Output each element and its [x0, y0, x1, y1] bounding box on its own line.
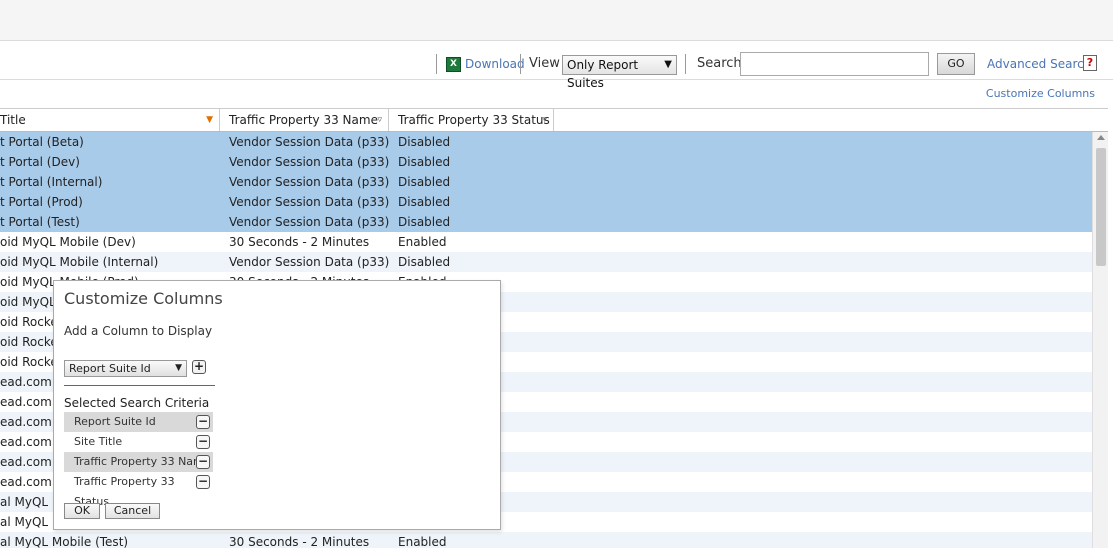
grid-header: Title ▼ Traffic Property 33 Name ▿ Traff… [0, 108, 1108, 132]
row-status-cell: Disabled [398, 155, 451, 169]
view-label: View [529, 56, 560, 71]
view-select-value: Only Report Suites [567, 58, 639, 90]
criteria-label: Traffic Property 33 Name [74, 455, 211, 468]
selected-criteria-label: Selected Search Criteria [64, 396, 210, 410]
row-title-cell: t Portal (Beta) [0, 135, 84, 149]
table-row[interactable]: t Portal (Beta) Vendor Session Data (p33)… [0, 132, 1092, 152]
cancel-button[interactable]: Cancel [105, 503, 160, 519]
add-column-label: Add a Column to Display [64, 324, 213, 338]
excel-icon[interactable]: X [446, 57, 461, 72]
row-title-cell: t Portal (Dev) [0, 155, 80, 169]
row-title-cell: t Portal (Internal) [0, 175, 103, 189]
row-property-name-cell: 30 Seconds - 2 Minutes [229, 535, 370, 548]
minus-icon[interactable]: − [196, 415, 210, 429]
column-select-value: Report Suite Id [69, 362, 151, 375]
table-row[interactable]: t Portal (Prod) Vendor Session Data (p33)… [0, 192, 1092, 212]
row-property-name-cell: Vendor Session Data (p33) [229, 255, 390, 269]
header-label: Title [0, 113, 26, 127]
dialog-title: Customize Columns [64, 289, 223, 308]
filter-icon[interactable]: ▿ [542, 109, 547, 131]
row-status-cell: Disabled [398, 175, 451, 189]
vertical-scrollbar[interactable] [1092, 132, 1108, 548]
plus-icon[interactable]: + [192, 360, 206, 374]
header-label: Traffic Property 33 Status [398, 113, 550, 127]
help-icon[interactable]: ? [1083, 55, 1097, 71]
customize-columns-dialog: Customize Columns Add a Column to Displa… [53, 280, 501, 530]
chevron-down-icon: ▼ [664, 59, 672, 70]
criteria-item: Traffic Property 33 Name − [64, 452, 213, 472]
criteria-item: Site Title − [64, 432, 213, 452]
row-title-cell: al MyQL Mobile (Test) [0, 535, 129, 548]
divider [64, 385, 215, 386]
row-property-name-cell: Vendor Session Data (p33) [229, 175, 390, 189]
header-traffic-property-name[interactable]: Traffic Property 33 Name ▿ [220, 109, 389, 131]
row-title-cell: oid MyQL [0, 295, 56, 309]
column-select[interactable]: Report Suite Id ▼ [64, 360, 187, 377]
row-property-name-cell: Vendor Session Data (p33) [229, 135, 390, 149]
filter-icon[interactable]: ▼ [206, 109, 213, 131]
download-link[interactable]: Download [465, 57, 525, 71]
row-property-name-cell: Vendor Session Data (p33) [229, 155, 390, 169]
scroll-up-icon[interactable] [1097, 135, 1105, 140]
row-status-cell: Disabled [398, 215, 451, 229]
minus-icon[interactable]: − [196, 475, 210, 489]
criteria-label: Site Title [74, 435, 123, 448]
minus-icon[interactable]: − [196, 455, 210, 469]
row-title-cell: oid MyQL Mobile (Dev) [0, 235, 136, 249]
row-title-cell: oid MyQL Mobile (Internal) [0, 255, 159, 269]
filter-icon[interactable]: ▿ [377, 109, 382, 131]
table-row[interactable]: al MyQL Mobile (Test) 30 Seconds - 2 Minu… [0, 532, 1092, 548]
toolbar-separator [685, 54, 686, 74]
row-status-cell: Enabled [398, 235, 447, 249]
search-input[interactable] [740, 52, 929, 76]
chevron-down-icon: ▼ [175, 363, 182, 373]
row-property-name-cell: Vendor Session Data (p33) [229, 215, 390, 229]
row-status-cell: Disabled [398, 135, 451, 149]
toolbar: X Download View Only Report Suites ▼ Sea… [0, 48, 1113, 90]
customize-columns-link[interactable]: Customize Columns [986, 87, 1095, 100]
toolbar-separator [520, 54, 521, 74]
table-row[interactable]: t Portal (Internal) Vendor Session Data (… [0, 172, 1092, 192]
table-row[interactable]: oid MyQL Mobile (Dev) 30 Seconds - 2 Minu… [0, 232, 1092, 252]
minus-icon[interactable]: − [196, 435, 210, 449]
header-title[interactable]: Title ▼ [0, 109, 220, 131]
top-band [0, 0, 1113, 41]
view-select[interactable]: Only Report Suites ▼ [562, 55, 677, 90]
header-traffic-property-status[interactable]: Traffic Property 33 Status ▿ [389, 109, 554, 131]
scrollbar-thumb[interactable] [1096, 148, 1106, 266]
table-row[interactable]: t Portal (Dev) Vendor Session Data (p33) D… [0, 152, 1092, 172]
row-title-cell: t Portal (Test) [0, 215, 80, 229]
row-status-cell: Enabled [398, 535, 447, 548]
table-row[interactable]: t Portal (Test) Vendor Session Data (p33)… [0, 212, 1092, 232]
row-property-name-cell: Vendor Session Data (p33) [229, 195, 390, 209]
header-label: Traffic Property 33 Name [229, 113, 378, 127]
table-row[interactable]: oid MyQL Mobile (Internal) Vendor Session… [0, 252, 1092, 272]
row-title-cell: t Portal (Prod) [0, 195, 83, 209]
row-status-cell: Disabled [398, 255, 451, 269]
row-status-cell: Disabled [398, 195, 451, 209]
search-label: Search [697, 56, 742, 71]
criteria-item: Traffic Property 33 Status − [64, 472, 213, 508]
toolbar-separator [436, 54, 437, 74]
ok-button[interactable]: OK [64, 503, 100, 519]
row-property-name-cell: 30 Seconds - 2 Minutes [229, 235, 370, 249]
advanced-search-link[interactable]: Advanced Search [987, 57, 1091, 71]
criteria-item: Report Suite Id − [64, 412, 213, 432]
go-button[interactable]: GO [937, 53, 975, 75]
criteria-label: Report Suite Id [74, 415, 156, 428]
